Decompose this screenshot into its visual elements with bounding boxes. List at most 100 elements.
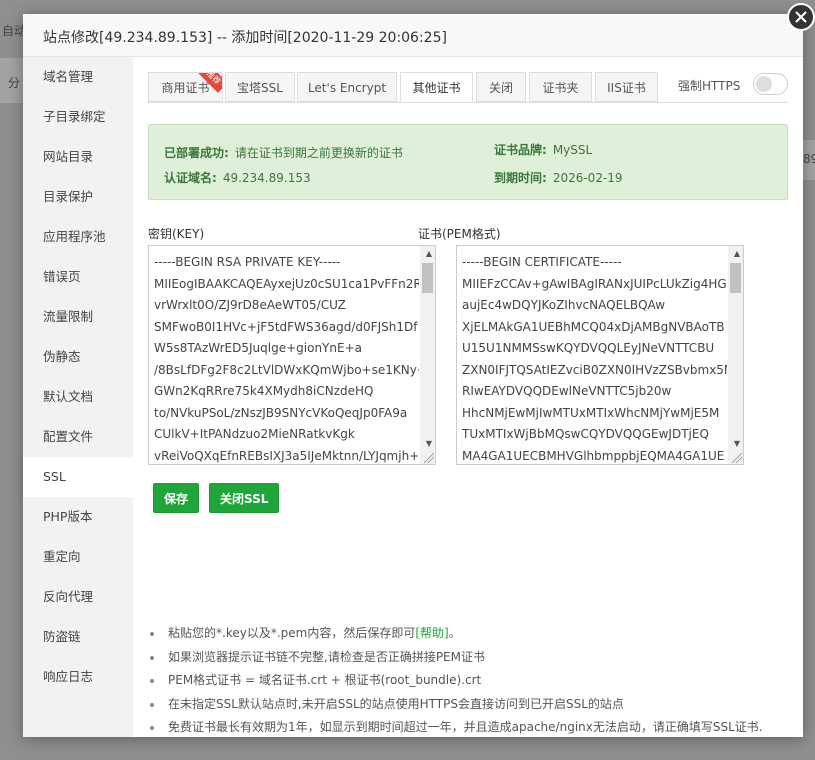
scroll-thumb[interactable] [422,263,433,293]
save-button[interactable]: 保存 [153,483,200,513]
note-text: 。 [448,626,461,640]
cert-line: MIIEFzCCAv+gAwIBAgIRANxJUIPcLUkZig4HG [462,276,727,291]
sidebar-item-hotlink[interactable]: 防盗链 [23,617,133,657]
key-line: SMFwoB0I1HVc+jF5tdFWS36agd/d0FJSh1Df [154,319,418,334]
tab-label: Let's Encrypt [307,81,387,95]
tab-label: 关闭 [488,81,513,95]
expiry-key: 到期时间: [494,171,547,185]
domain-value: 49.234.89.153 [222,171,311,185]
tab-other-cert[interactable]: 其他证书 [400,72,473,103]
sidebar-item-site-dir[interactable]: 网站目录 [23,137,133,177]
cert-label: 证书(PEM格式) [418,227,501,241]
cert-line: MA4GA1UECBMHVGlhbmppbjEQMA4GA1UE [462,448,725,463]
key-line: W5s8TAzWrED5Juqlge+gionYnE+a [154,341,362,355]
sidebar-item-ssl[interactable]: SSL [23,457,133,497]
dialog-header: 站点修改[49.234.89.153] -- 添加时间[2020-11-29 2… [23,14,803,57]
key-textarea[interactable]: -----BEGIN RSA PRIVATE KEY----- MIIEogIB… [148,245,436,465]
deployed-value: 请在证书到期之前更换新的证书 [234,146,403,160]
tab-label: IIS证书 [607,81,646,95]
close-ssl-button[interactable]: 关闭SSL [209,483,280,513]
dialog-close-button[interactable] [787,3,815,31]
cert-content: -----BEGIN CERTIFICATE----- MIIEFzCCAv+g… [462,252,727,464]
cert-line: HhcNMjEwMjIwMTUxMTIxWhcNMjYwMjE5M [462,405,720,420]
tab-label: 证书夹 [542,81,579,95]
sidebar-item-traffic-limit[interactable]: 流量限制 [23,297,133,337]
scroll-thumb[interactable] [730,263,741,293]
key-label: 密钥(KEY) [148,227,205,241]
key-line: vReiVoQXqEfnREBsIXJ3a5IJeMktnn/LYJqmjh+ [154,448,419,463]
sidebar-item-config[interactable]: 配置文件 [23,417,133,457]
note-item: 粘贴您的*.key以及*.pem内容，然后保存即可[帮助]。 [148,622,793,646]
sidebar-item-dir-protect[interactable]: 目录保护 [23,177,133,217]
tab-label: 其他证书 [412,81,461,95]
cert-line: aujEc4wDQYJKoZIhvcNAQELBQAw [462,298,666,312]
sidebar-item-rewrite[interactable]: 伪静态 [23,337,133,377]
sidebar-item-response-log[interactable]: 响应日志 [23,657,133,697]
note-item: 免费证书最长有效期为1年，如显示到期时间超过一年，并且造成apache/ngin… [148,716,793,740]
expiry-value: 2026-02-19 [552,171,623,185]
tab-label: 宝塔SSL [237,81,283,95]
sidebar-item-default-doc[interactable]: 默认文档 [23,377,133,417]
deployed-key: 已部署成功: [164,146,229,160]
cert-line: -----BEGIN CERTIFICATE----- [462,255,622,269]
cert-domain: 认证域名: 49.234.89.153 [164,169,311,186]
key-line: GWn2KqRRre75k4XMydh8iCNzdeHQ [154,384,374,398]
tab-commercial-cert[interactable]: 商用证书 推荐 [148,72,223,102]
ssl-notes: 粘贴您的*.key以及*.pem内容，然后保存即可[帮助]。 如果浏览器提示证书… [148,622,793,740]
cert-textarea[interactable]: -----BEGIN CERTIFICATE----- MIIEFzCCAv+g… [456,245,744,465]
tab-label: 商用证书 [161,81,210,95]
key-line: CUlkV+ItPANdzuo2MieNRatkvKgk [154,427,355,441]
scroll-down-arrow-icon[interactable]: ▼ [426,439,432,448]
ssl-panel: 商用证书 推荐 宝塔SSL Let's Encrypt 其他证书 关闭 证书夹 … [133,57,803,737]
tabs-divider [148,102,788,103]
resize-grip-icon[interactable] [732,453,742,463]
tab-iis-cert[interactable]: IIS证书 [595,72,658,102]
cert-brand: 证书品牌: MySSL [494,141,592,158]
scroll-up-arrow-icon[interactable]: ▲ [734,249,740,258]
sidebar-item-redirect[interactable]: 重定向 [23,537,133,577]
sidebar-item-app-pool[interactable]: 应用程序池 [23,217,133,257]
force-https-label: 强制HTTPS [678,79,741,93]
key-content: -----BEGIN RSA PRIVATE KEY----- MIIEogIB… [154,252,419,464]
note-item: 在未指定SSL默认站点时,未开启SSL的站点使用HTTPS会直接访问到已开启SS… [148,693,793,717]
note-text: 粘贴您的*.key以及*.pem内容，然后保存即可 [168,626,416,640]
tab-cert-folder[interactable]: 证书夹 [529,72,592,102]
key-line: to/NVkuPSoL/zNszJB9SNYcVKoQeqJp0FA9a [154,405,408,420]
tab-bt-ssl[interactable]: 宝塔SSL [225,72,295,102]
background-fragment: 分 [8,76,21,90]
sidebar-item-error-page[interactable]: 错误页 [23,257,133,297]
cert-line: TUxMTIxWjBbMQswCQYDVQQGEwJDTjEQ [462,427,709,441]
toggle-knob [756,76,772,92]
sidebar-item-php-version[interactable]: PHP版本 [23,497,133,537]
cert-status-box: 已部署成功: 请在证书到期之前更换新的证书 证书品牌: MySSL 认证域名: 49.… [148,124,788,200]
note-item: PEM格式证书 = 域名证书.crt + 根证书(root_bundle).cr… [148,669,793,693]
cert-scrollbar[interactable]: ▲ ▼ [728,246,743,464]
cert-line: ZXN0IFJTQSAtIEZvciB0ZXN0IHVzZSBvbmx5M [462,362,727,377]
key-line: vrWrxlt0O/ZJ9rD8eAeWT05/CUZ [154,298,346,312]
resize-grip-icon[interactable] [424,453,434,463]
tab-close[interactable]: 关闭 [476,72,526,102]
note-item: 如果浏览器提示证书链不完整,请检查是否正确拼接PEM证书 [148,646,793,670]
help-link[interactable]: [帮助] [415,626,448,640]
sidebar-item-subdir[interactable]: 子目录绑定 [23,97,133,137]
cert-line: RIwEAYDVQQDEwlNeVNTTC5jb20w [462,384,672,398]
force-https-toggle[interactable] [753,73,788,95]
key-line: MIIEogIBAAKCAQEAyxejUz0cSU1ca1PvFFn2R [154,276,419,291]
deployed-status: 已部署成功: 请在证书到期之前更换新的证书 [164,144,403,161]
scroll-up-arrow-icon[interactable]: ▲ [426,249,432,258]
key-line: /8BsLfDFg2F8c2LtVlDWxKQmWjbo+se1KNy+ [154,362,419,377]
brand-key: 证书品牌: [494,143,547,157]
scroll-down-arrow-icon[interactable]: ▼ [734,439,740,448]
key-scrollbar[interactable]: ▲ ▼ [420,246,435,464]
sidebar-item-reverse-proxy[interactable]: 反向代理 [23,577,133,617]
tab-lets-encrypt[interactable]: Let's Encrypt [297,72,397,102]
key-line: -----BEGIN RSA PRIVATE KEY----- [154,255,341,269]
sidebar-item-domain[interactable]: 域名管理 [23,57,133,97]
close-icon [795,11,807,23]
site-edit-dialog: 站点修改[49.234.89.153] -- 添加时间[2020-11-29 2… [23,14,803,737]
cert-expiry: 到期时间: 2026-02-19 [494,169,623,186]
brand-value: MySSL [552,143,593,157]
cert-line: U15U1NMMSswKQYDVQQLEyJNeVNTTCBU [462,341,715,355]
cert-line: XjELMAkGA1UEBhMCQ04xDjAMBgNVBAoTB [462,319,725,334]
dialog-title: 站点修改[49.234.89.153] -- 添加时间[2020-11-29 2… [43,30,447,46]
